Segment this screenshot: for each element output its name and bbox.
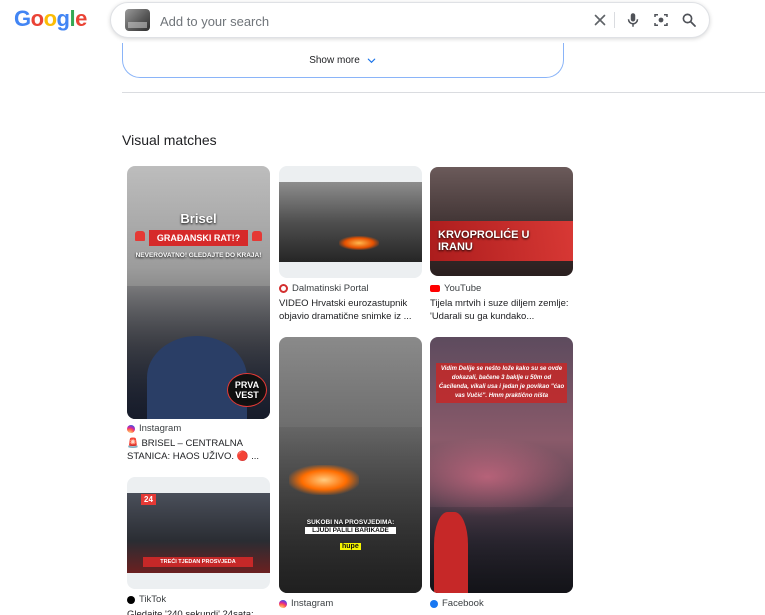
overlay-title: KRVOPROLIĆE U IRANU [438,229,530,253]
lens-camera-icon[interactable] [652,11,670,29]
search-image-thumbnail[interactable] [125,9,150,31]
show-more-label: Show more [309,54,360,66]
logo-letter: e [75,6,87,31]
source-name: Dalmatinski Portal [292,283,369,294]
search-bar [110,2,710,38]
dalmatinski-portal-icon [279,284,288,293]
result-source[interactable]: TikTok [127,594,166,605]
overlay-title: SUKOBI NA PROSVJEDIMA: [306,519,395,526]
logo-letter: o [30,6,44,31]
tiktok-icon [127,595,135,604]
section-divider [122,92,765,93]
logo-letter: o [43,6,57,31]
overlay-caption: Vidim Delije se nešto lože kako su se ov… [436,363,567,403]
hupe-badge: hupe [340,543,361,550]
result-source[interactable]: Dalmatinski Portal [279,283,369,294]
source-name: Instagram [291,598,334,609]
24sata-logo: 24 [141,494,156,505]
microphone-icon[interactable] [624,11,642,29]
search-icon[interactable] [680,11,698,29]
instagram-icon [127,424,135,433]
result-image-delije[interactable]: Vidim Delije se nešto lože kako su se ov… [430,337,573,593]
google-logo[interactable]: Google [14,6,87,32]
source-name: YouTube [444,283,482,294]
overlay-banner: TREĆI TJEDAN PROSVJEDA [143,557,253,567]
source-name: TikTok [139,594,167,605]
result-image-iran[interactable]: KRVOPROLIĆE U IRANU [430,167,573,276]
result-image-24sata[interactable]: 24 TREĆI TJEDAN PROSVJEDA [127,477,270,589]
search-input[interactable] [158,10,542,32]
source-name: Instagram [139,423,182,434]
show-more-button[interactable]: Show more [122,43,564,78]
result-image-dalmatinski[interactable] [279,166,422,278]
overlay-subtitle: NEVEROVATNO! GLEDAJTE DO KRAJA! [135,252,262,259]
result-title[interactable]: Tijela mrtvih i suze diljem zemlje: 'Uda… [430,297,578,323]
result-source[interactable]: Instagram [279,598,333,609]
overlay-title: Brisel [180,211,217,226]
alarm-icon [135,231,145,241]
source-name: Facebook [442,598,484,609]
facebook-icon [430,599,438,608]
result-title[interactable]: Gledajte '240 sekundi' 24sata: [127,608,275,615]
overlay-subtitle: LJUDI PALILI BARIKADE [305,527,396,534]
result-title[interactable]: 🚨 BRISEL – CENTRALNA STANICA: HAOS UŽIVO… [127,437,275,463]
alarm-icon [252,231,262,241]
result-image-brisel[interactable]: Brisel GRAĐANSKI RAT!? NEVEROVATNO! GLED… [127,166,270,419]
result-image-sukobi[interactable]: SUKOBI NA PROSVJEDIMA: LJUDI PALILI BARI… [279,337,422,593]
search-divider [614,12,615,28]
result-source[interactable]: Instagram [127,423,181,434]
result-source[interactable]: Facebook [430,598,484,609]
logo-letter: G [14,6,31,31]
instagram-icon [279,599,287,608]
result-source[interactable]: YouTube [430,283,481,294]
prva-vest-badge: PRVA VEST [227,373,267,407]
chevron-down-icon [367,58,376,63]
close-icon[interactable] [591,11,609,29]
youtube-icon [430,285,440,292]
overlay-banner: GRAĐANSKI RAT!? [149,230,248,246]
logo-letter: g [56,6,70,31]
result-title[interactable]: VIDEO Hrvatski eurozastupnik objavio dra… [279,297,427,323]
section-title: Visual matches [122,132,217,148]
